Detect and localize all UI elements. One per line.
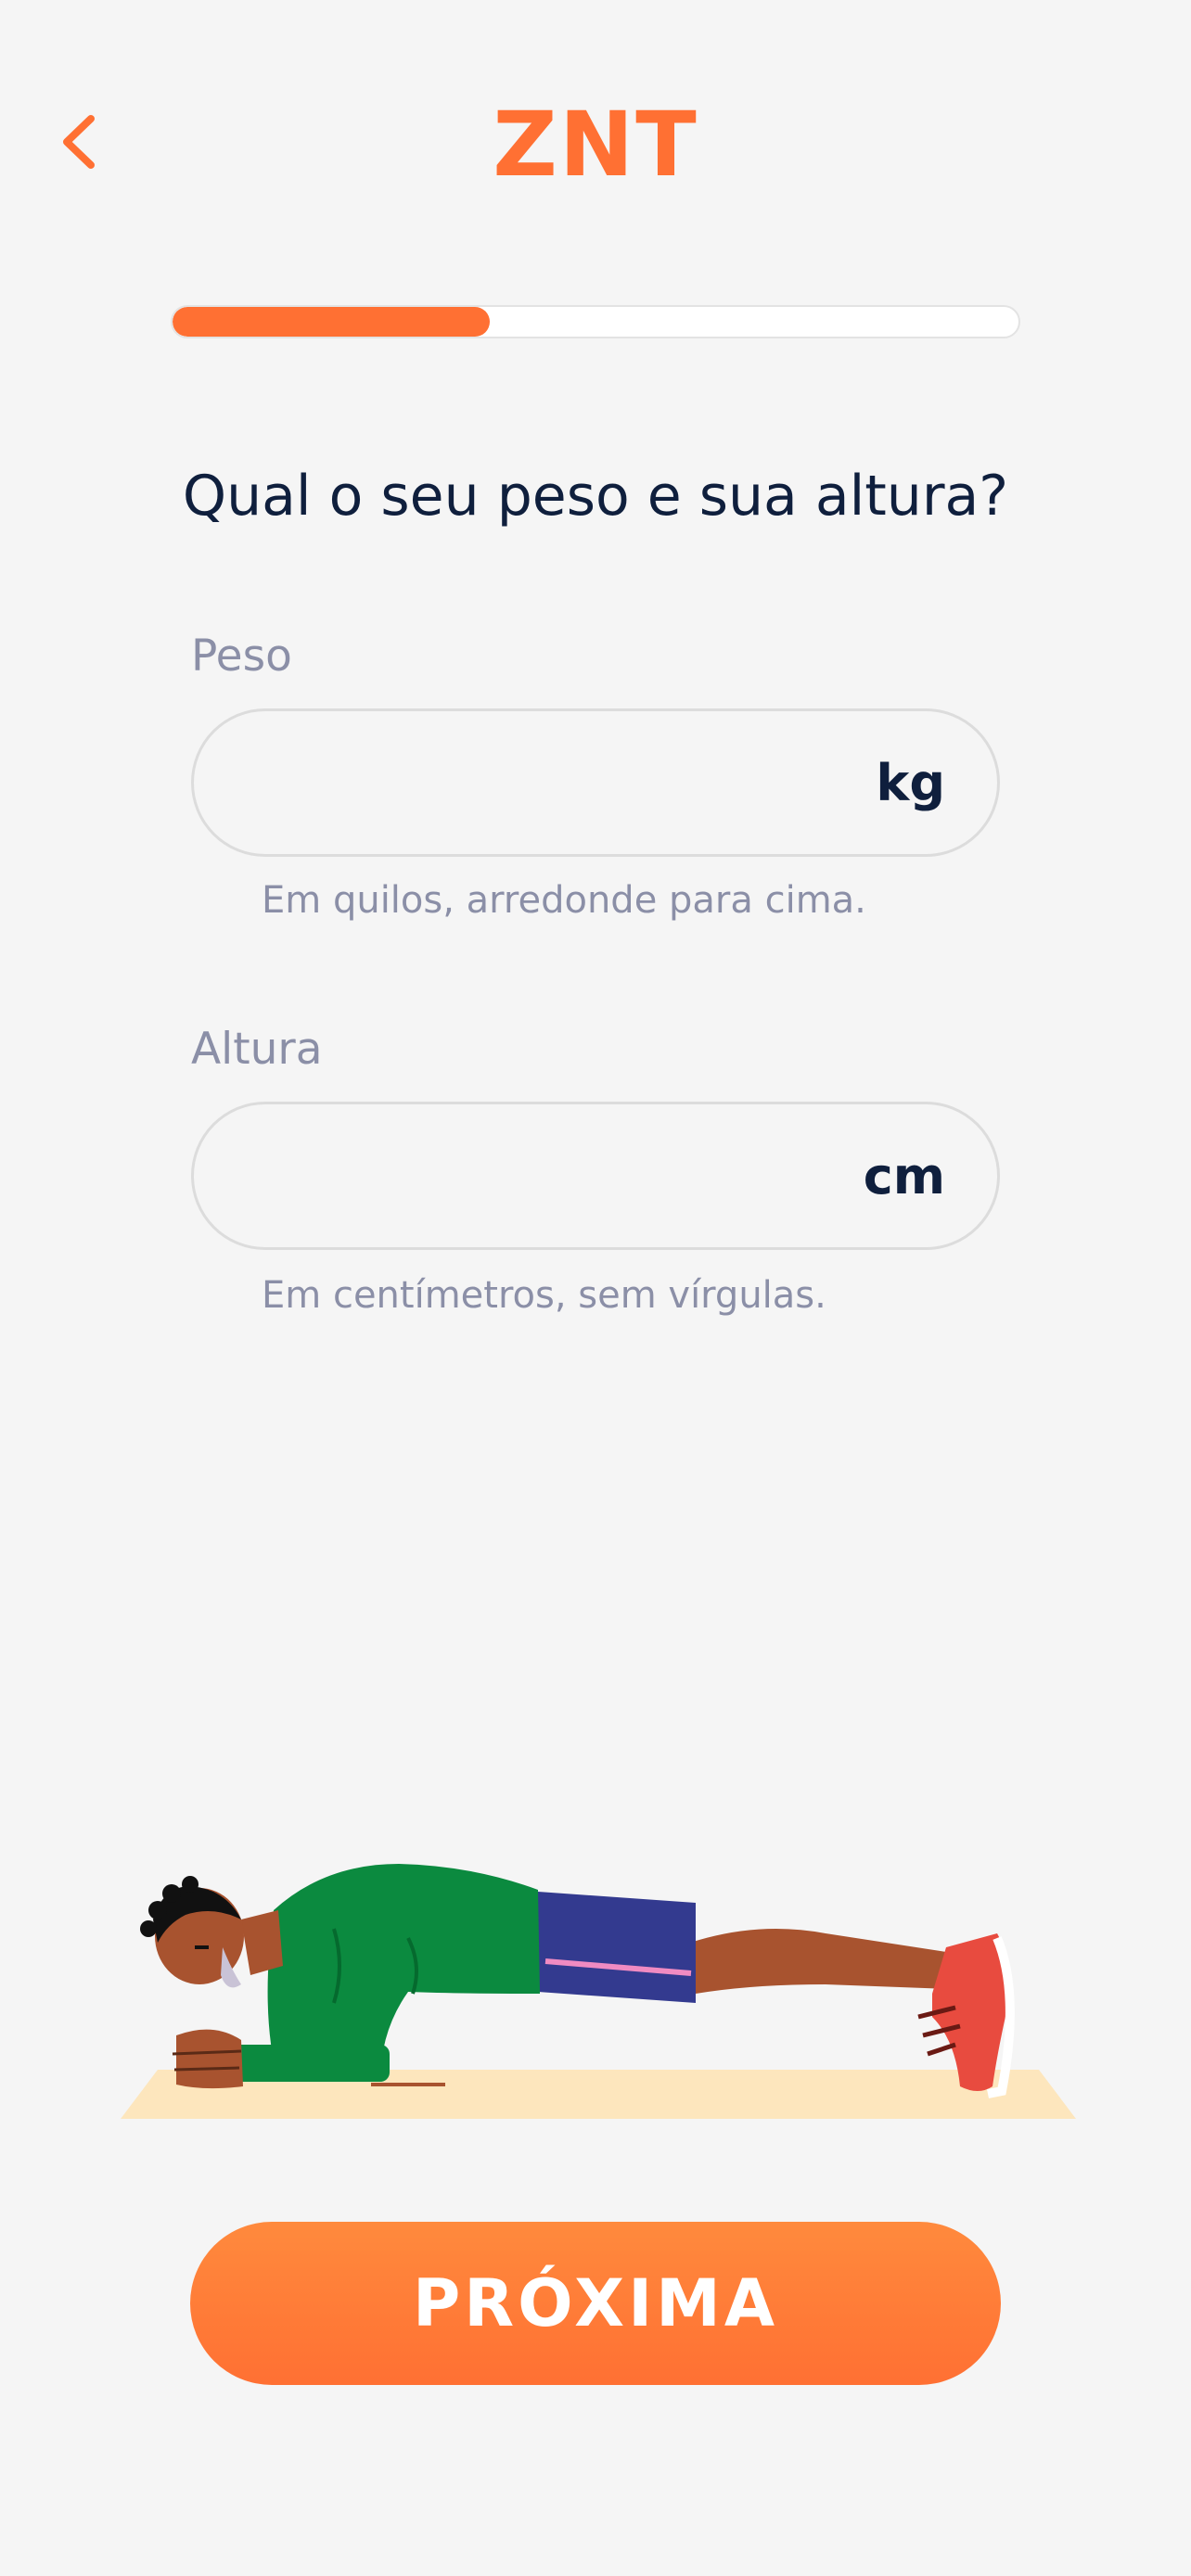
next-button[interactable]: PRÓXIMA (190, 2222, 1001, 2385)
height-unit: cm (863, 1146, 945, 1205)
weight-unit: kg (876, 753, 945, 812)
app-logo: ZNT (493, 93, 698, 197)
page-question: Qual o seu peso e sua altura? (182, 464, 1009, 529)
height-label: Altura (191, 1024, 323, 1075)
height-hint: Em centímetros, sem vírgulas. (262, 1274, 826, 1317)
weight-label: Peso (191, 631, 292, 682)
person-planking-illustration (121, 1864, 1076, 2119)
weight-field[interactable]: kg (191, 708, 1000, 857)
progress-bar (171, 305, 1020, 338)
weight-height-screen: ZNT Qual o seu peso e sua altura? Peso k… (0, 0, 1191, 2576)
height-input[interactable] (231, 1104, 825, 1247)
height-field[interactable]: cm (191, 1102, 1000, 1250)
progress-bar-fill (173, 307, 490, 337)
weight-hint: Em quilos, arredonde para cima. (262, 879, 866, 922)
weight-input[interactable] (231, 711, 825, 854)
